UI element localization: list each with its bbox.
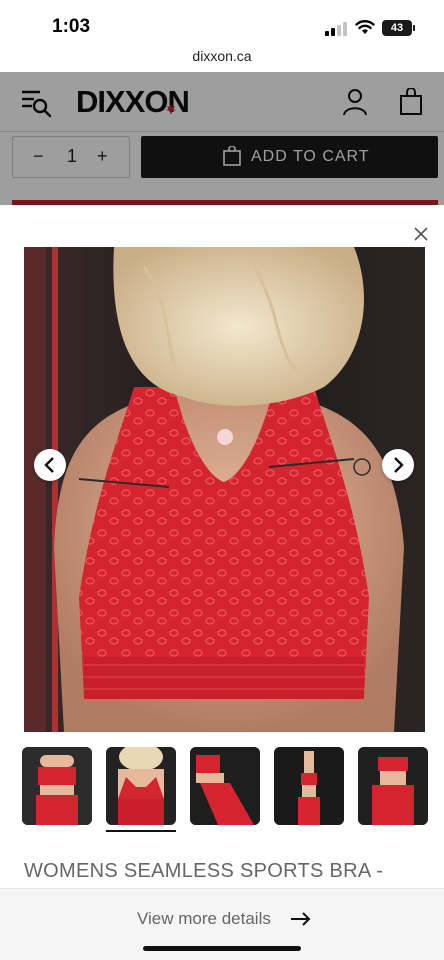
home-indicator <box>143 946 301 951</box>
previous-image-button[interactable] <box>34 449 66 481</box>
battery-nub <box>413 25 415 31</box>
status-time: 1:03 <box>52 16 91 37</box>
chevron-left-icon <box>44 457 54 473</box>
status-bar: 1:03 43 <box>0 0 444 44</box>
browser-url[interactable]: dixxon.ca <box>0 44 444 72</box>
product-title: WOMENS SEAMLESS SPORTS BRA - <box>24 860 384 882</box>
thumbnail-4[interactable] <box>274 747 344 825</box>
thumbnail-strip <box>22 747 428 837</box>
close-icon[interactable] <box>410 223 432 245</box>
cellular-signal-icon <box>325 22 347 36</box>
thumbnail-5[interactable] <box>358 747 428 825</box>
wifi-icon <box>355 20 375 34</box>
thumbnail-1[interactable] <box>22 747 92 825</box>
arrow-right-icon[interactable] <box>290 911 312 927</box>
chevron-right-icon <box>394 457 404 473</box>
battery-indicator: 43 <box>382 20 412 36</box>
view-more-details-link[interactable]: View more details <box>137 909 271 929</box>
product-main-image[interactable] <box>24 247 425 732</box>
product-gallery-sheet: WOMENS SEAMLESS SPORTS BRA - <box>0 205 444 960</box>
thumbnail-3[interactable] <box>190 747 260 825</box>
view-more-footer[interactable]: View more details <box>0 888 444 960</box>
next-image-button[interactable] <box>382 449 414 481</box>
thumbnail-2[interactable] <box>106 747 176 825</box>
active-thumbnail-indicator <box>106 830 176 832</box>
product-photo <box>24 247 425 732</box>
modal-backdrop[interactable] <box>0 72 444 212</box>
